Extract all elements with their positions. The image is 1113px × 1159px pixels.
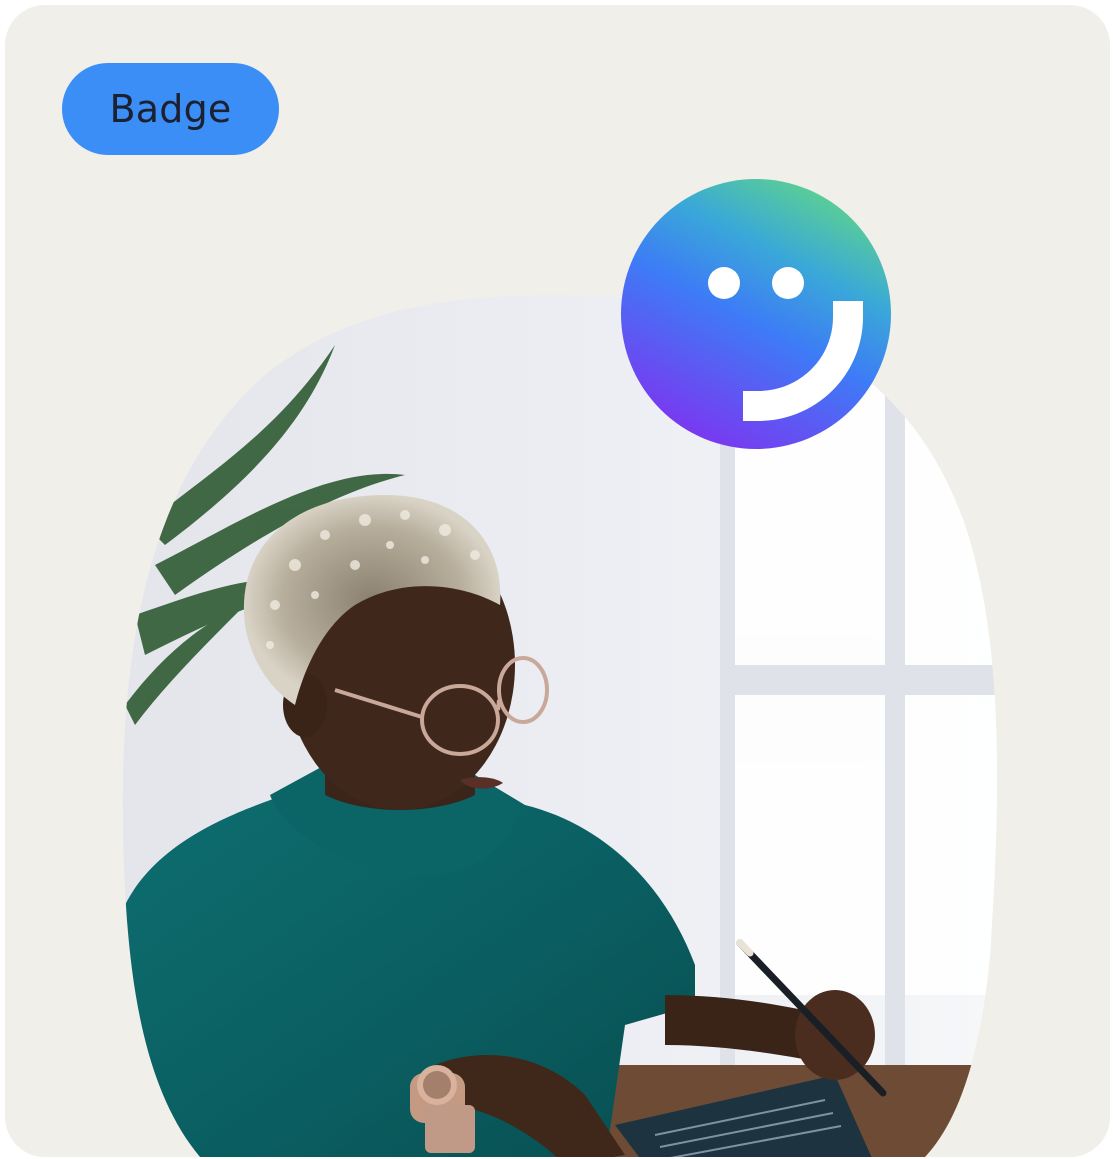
photo — [5, 5, 1110, 1157]
smiley-logo-icon — [621, 179, 891, 449]
badge: Badge — [62, 63, 279, 155]
card: Badge — [5, 5, 1110, 1157]
photo-illustration — [122, 295, 998, 1157]
